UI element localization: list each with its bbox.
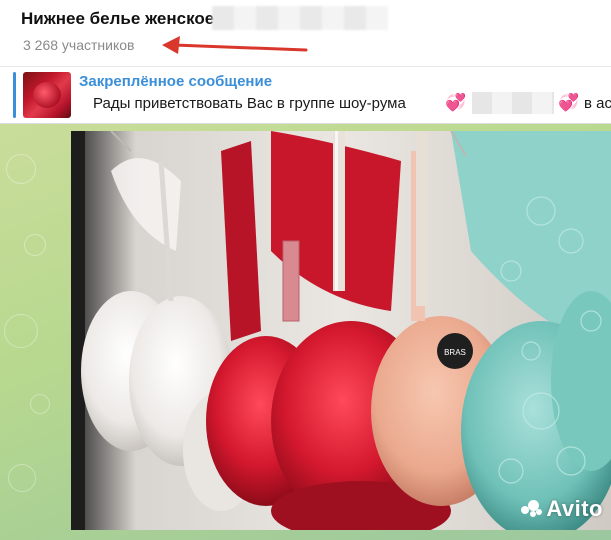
pinned-message-bar[interactable]: Закреплённое сообщение Рады приветствова… — [0, 67, 611, 123]
avito-logo-icon — [521, 500, 543, 518]
pinned-text: Рады приветствовать Вас в группе шоу-рум… — [93, 95, 406, 112]
message-photo[interactable]: BRAS Avito — [71, 131, 611, 530]
heart-emoji: 💞 — [558, 93, 580, 112]
pinned-thumbnail — [23, 72, 71, 118]
avito-watermark: Avito — [521, 496, 603, 522]
chat-title: Нижнее белье женское — [21, 9, 215, 28]
pinned-accent-line — [13, 72, 16, 118]
blurred-name — [472, 92, 554, 114]
chat-header[interactable]: Нижнее белье женское 3 268 участников — [0, 0, 611, 66]
red-arrow-annotation — [162, 36, 308, 54]
member-count: 3 268 участников — [23, 37, 135, 53]
heart-emoji: 💞 — [445, 93, 467, 112]
bras-tag: BRAS — [444, 348, 466, 357]
pinned-title: Закреплённое сообщение — [79, 73, 273, 90]
avito-text: Avito — [546, 496, 603, 521]
blurred-title-part — [212, 6, 388, 30]
pinned-text-tail: в ас — [584, 95, 611, 112]
lingerie-photo: BRAS — [71, 131, 611, 530]
